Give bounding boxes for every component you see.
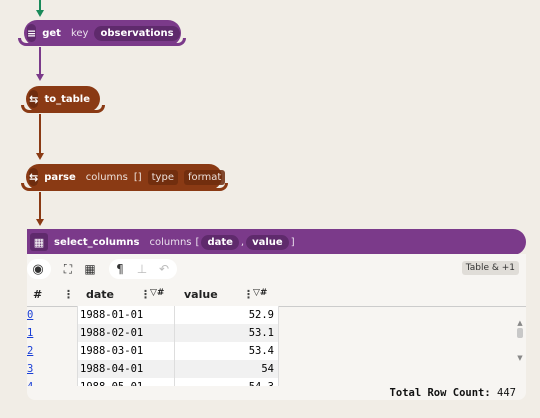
col-header-value[interactable]: value (184, 288, 218, 301)
connector-totable-parse-arrow (36, 153, 44, 160)
totable-block-name: to_table (44, 93, 90, 105)
add-row-icon[interactable]: ⊥ (131, 262, 153, 276)
table-scrollbar[interactable]: ▲ ▼ (516, 319, 524, 369)
cell-value: 53.1 (175, 324, 279, 342)
row-index-link[interactable]: 1 (27, 327, 33, 339)
get-block-name: get (42, 27, 61, 39)
connector-get-totable (39, 47, 41, 74)
get-key-value[interactable]: observations (94, 25, 180, 41)
expand-icon[interactable]: ⛶ (57, 262, 79, 277)
parse-block[interactable]: ⇆ parse columns [] type format (26, 164, 226, 190)
row-index-link[interactable]: 0 (27, 309, 33, 321)
table-row: 4 1988-05-01 54.3 (27, 378, 526, 386)
col-index-menu-icon[interactable]: ⋮ (63, 288, 74, 301)
result-toolbar: ◉ ⛶ ▦ ¶ ⊥ ↶ Table & +1 (27, 254, 526, 282)
select-col-date[interactable]: date (201, 234, 239, 250)
transform-icon: ⇆ (29, 168, 39, 186)
grid-icon: ▦ (30, 233, 48, 251)
table-header: # ⋮ date ⋮ ▽# value ⋮ ▽# (27, 284, 526, 307)
get-icon: ≡ (27, 24, 37, 42)
parse-arg-columns: columns (85, 171, 128, 183)
select-col-value[interactable]: value (246, 234, 289, 250)
parse-block-name: parse (44, 171, 76, 183)
undo-icon[interactable]: ↶ (153, 262, 175, 276)
cell-date: 1988-02-01 (77, 324, 175, 342)
select-bracket-open: [ (195, 236, 200, 248)
row-count-footer: Total Row Count: 447 (390, 387, 516, 399)
row-index-link[interactable]: 2 (27, 345, 33, 357)
get-arg-key: key (70, 27, 89, 39)
select-columns-block[interactable]: ▦ select_columns columns [ date , value … (27, 229, 526, 255)
parse-columns-value[interactable]: [] (134, 172, 142, 183)
cell-value: 54.3 (175, 378, 279, 386)
view-toggle-group: ◉ (27, 259, 51, 279)
transform-icon: ⇆ (29, 90, 39, 108)
eye-icon[interactable]: ◉ (27, 262, 49, 277)
table-body: 0 1988-01-01 52.9 1 1988-02-01 53.1 2 19… (27, 306, 526, 386)
cell-value: 54 (175, 360, 279, 378)
col-value-filter-icon[interactable]: ▽# (253, 288, 267, 298)
connector-top-arrow (36, 10, 44, 17)
cell-value: 52.9 (175, 306, 279, 324)
connector-parse-select (39, 192, 41, 219)
scroll-thumb[interactable] (517, 328, 523, 338)
col-header-date[interactable]: date (86, 288, 114, 301)
cell-date: 1988-03-01 (77, 342, 175, 360)
select-columns-block-name: select_columns (54, 236, 140, 248)
view-type-badge[interactable]: Table & +1 (461, 261, 519, 275)
col-header-index: # (33, 288, 43, 301)
scroll-up-icon[interactable]: ▲ (516, 319, 524, 327)
connector-top (39, 0, 41, 10)
get-block[interactable]: ≡ get key observations (24, 20, 181, 46)
table-row: 2 1988-03-01 53.4 (27, 342, 526, 360)
table-row: 0 1988-01-01 52.9 (27, 306, 526, 324)
paragraph-icon[interactable]: ¶ (109, 262, 131, 276)
row-index-link[interactable]: 3 (27, 363, 33, 375)
select-sep: , (240, 236, 245, 248)
layout-group: ⛶ ▦ (57, 259, 103, 279)
table-row: 1 1988-02-01 53.1 (27, 324, 526, 342)
row-count-value: 447 (497, 387, 516, 399)
table-row: 3 1988-04-01 54 (27, 360, 526, 378)
row-count-label: Total Row Count: (389, 387, 491, 399)
select-bracket-close: ] (290, 236, 295, 248)
connector-parse-select-arrow (36, 219, 44, 226)
parse-arg-format[interactable]: format (183, 169, 226, 185)
result-panel: ◉ ⛶ ▦ ¶ ⊥ ↶ Table & +1 # ⋮ date ⋮ ▽# val… (27, 254, 526, 400)
connector-get-totable-arrow (36, 74, 44, 81)
table-view-icon[interactable]: ▦ (79, 262, 101, 276)
col-date-filter-icon[interactable]: ▽# (150, 288, 164, 298)
edit-group: ¶ ⊥ ↶ (109, 259, 177, 279)
row-index-link[interactable]: 4 (27, 381, 33, 386)
cell-date: 1988-05-01 (77, 378, 175, 386)
cell-date: 1988-04-01 (77, 360, 175, 378)
cell-date: 1988-01-01 (77, 306, 175, 324)
parse-arg-type[interactable]: type (147, 169, 178, 185)
scroll-down-icon[interactable]: ▼ (516, 354, 524, 362)
totable-block[interactable]: ⇆ to_table (26, 86, 100, 112)
connector-totable-parse (39, 114, 41, 154)
cell-value: 53.4 (175, 342, 279, 360)
select-arg-columns: columns (149, 236, 192, 248)
